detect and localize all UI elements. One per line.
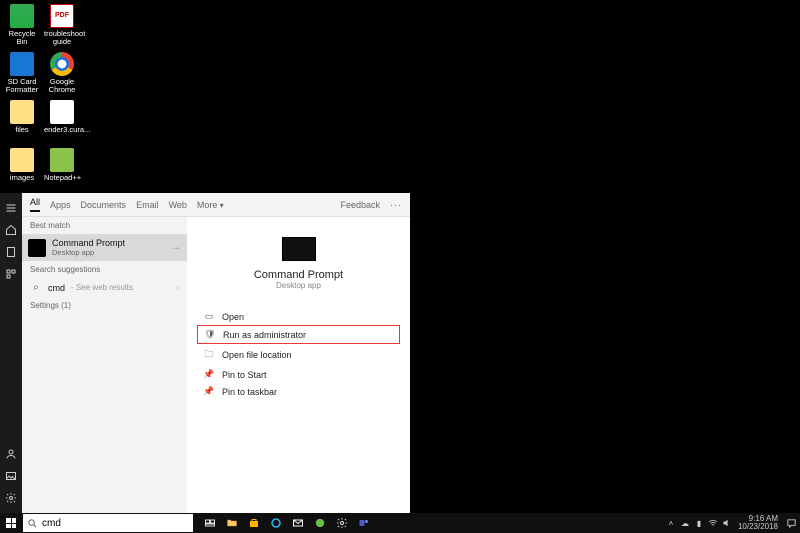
tab-all[interactable]: All xyxy=(30,197,40,212)
tray-onedrive-icon[interactable]: ☁ xyxy=(678,519,692,528)
settings-header[interactable]: Settings (1) xyxy=(22,297,187,314)
folder-icon: 🗀 xyxy=(203,347,215,363)
tab-apps[interactable]: Apps xyxy=(50,200,71,210)
mail-button[interactable] xyxy=(287,513,309,533)
system-tray: ˄ ☁ ▮ 9:16 AM 10/23/2018 xyxy=(664,513,800,533)
edge-button[interactable] xyxy=(265,513,287,533)
search-suggestions-header: Search suggestions xyxy=(22,261,187,278)
gear-icon[interactable] xyxy=(0,487,22,509)
desktop-icon-sd-formatter[interactable]: SD Card Formatter xyxy=(4,52,40,95)
terminal-icon xyxy=(282,237,316,261)
more-options-icon[interactable]: ··· xyxy=(390,200,402,210)
action-list: ▭ Open 🛡 Run as administrator 🗀 Open fil… xyxy=(197,308,400,400)
taskbar-clock[interactable]: 9:16 AM 10/23/2018 xyxy=(734,515,782,531)
search-rail xyxy=(0,193,22,513)
pin-icon: 📌 xyxy=(203,369,215,380)
feedback-link[interactable]: Feedback xyxy=(340,200,380,210)
taskbar-apps xyxy=(199,513,375,533)
action-open[interactable]: ▭ Open xyxy=(197,308,400,325)
shield-icon: 🛡 xyxy=(204,329,216,340)
hamburger-icon[interactable] xyxy=(0,197,22,219)
best-match-command-prompt[interactable]: Command Prompt Desktop app → xyxy=(22,234,187,261)
tab-more[interactable]: More xyxy=(197,200,224,210)
document-icon[interactable] xyxy=(0,241,22,263)
terminal-icon xyxy=(28,239,46,257)
settings-button[interactable] xyxy=(331,513,353,533)
app-green-button[interactable] xyxy=(309,513,331,533)
arrow-right-icon: → xyxy=(171,242,181,253)
taskbar-search-input[interactable] xyxy=(42,518,193,529)
teams-button[interactable] xyxy=(353,513,375,533)
search-icon: ⌕ xyxy=(30,282,42,293)
store-button[interactable] xyxy=(243,513,265,533)
pin-icon: 📌 xyxy=(203,386,215,397)
action-run-as-administrator[interactable]: 🛡 Run as administrator xyxy=(197,325,400,344)
preview-subtitle: Desktop app xyxy=(276,281,321,290)
start-button[interactable] xyxy=(0,513,22,533)
chevron-right-icon: › xyxy=(176,283,179,292)
desktop-icon-ender3-cura[interactable]: ender3.cura... xyxy=(44,100,80,134)
taskbar-search-box[interactable] xyxy=(23,514,193,532)
action-open-file-location[interactable]: 🗀 Open file location xyxy=(197,344,400,366)
search-icon xyxy=(27,518,38,529)
desktop-icon-images[interactable]: images xyxy=(4,148,40,182)
best-match-header: Best match xyxy=(22,217,187,234)
tab-email[interactable]: Email xyxy=(136,200,159,210)
search-results-list: Best match Command Prompt Desktop app → … xyxy=(22,217,187,513)
desktop-icon-notepadpp[interactable]: Notepad++ xyxy=(44,148,80,182)
search-panel: All Apps Documents Email Web More Feedba… xyxy=(22,193,410,513)
action-pin-to-taskbar[interactable]: 📌 Pin to taskbar xyxy=(197,383,400,400)
action-center-button[interactable] xyxy=(782,513,800,533)
search-preview-pane: Command Prompt Desktop app ▭ Open 🛡 Run … xyxy=(187,217,410,513)
tab-documents[interactable]: Documents xyxy=(81,200,127,210)
preview-title: Command Prompt xyxy=(254,269,343,281)
desktop-icon-files[interactable]: files xyxy=(4,100,40,134)
account-icon[interactable] xyxy=(0,443,22,465)
desktop-icon-google-chrome[interactable]: Google Chrome xyxy=(44,52,80,95)
desktop-icon-recycle-bin[interactable]: Recycle Bin xyxy=(4,4,40,47)
taskbar: ˄ ☁ ▮ 9:16 AM 10/23/2018 xyxy=(0,513,800,533)
desktop-icon-troubleshoot-guide[interactable]: troubleshoot guide xyxy=(44,4,80,47)
file-explorer-button[interactable] xyxy=(221,513,243,533)
tray-chevron-up-icon[interactable]: ˄ xyxy=(664,519,678,528)
action-pin-to-start[interactable]: 📌 Pin to Start xyxy=(197,366,400,383)
search-tabs: All Apps Documents Email Web More Feedba… xyxy=(22,193,410,217)
tray-volume-icon[interactable] xyxy=(720,518,734,528)
tray-network-icon[interactable] xyxy=(706,518,720,528)
windows-logo-icon xyxy=(6,518,16,528)
open-icon: ▭ xyxy=(203,311,215,322)
picture-icon[interactable] xyxy=(0,465,22,487)
task-view-button[interactable] xyxy=(199,513,221,533)
home-icon[interactable] xyxy=(0,219,22,241)
tab-web[interactable]: Web xyxy=(169,200,187,210)
apps-icon[interactable] xyxy=(0,263,22,285)
tray-battery-icon[interactable]: ▮ xyxy=(692,519,706,528)
best-match-subtitle: Desktop app xyxy=(52,248,125,257)
best-match-title: Command Prompt xyxy=(52,238,125,248)
suggestion-cmd-web[interactable]: ⌕ cmd - See web results › xyxy=(22,278,187,297)
